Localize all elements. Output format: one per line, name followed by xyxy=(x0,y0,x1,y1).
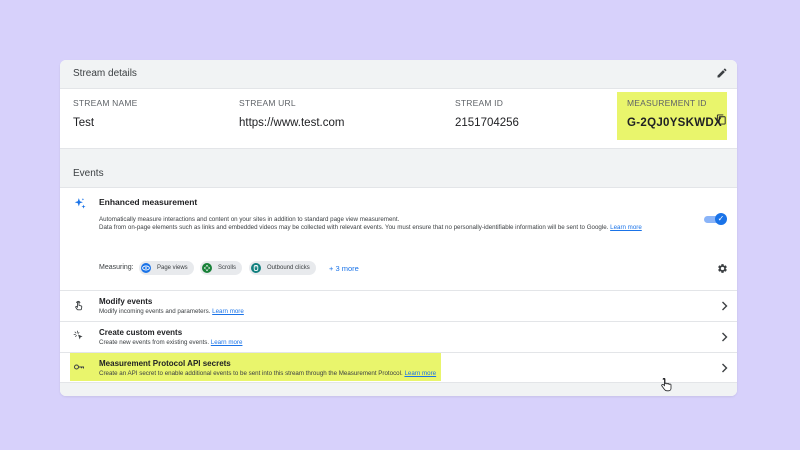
events-title: Events xyxy=(73,168,104,179)
measurement-id-label: MEASUREMENT ID xyxy=(627,98,707,108)
modify-events-row[interactable]: Modify events Modify incoming events and… xyxy=(60,290,737,321)
measurement-protocol-row[interactable]: Measurement Protocol API secrets Create … xyxy=(60,352,737,383)
measuring-label: Measuring: xyxy=(99,264,134,271)
measurement-protocol-learn-more-link[interactable]: Learn more xyxy=(404,370,436,377)
outbound-click-icon xyxy=(251,263,261,273)
enhanced-measurement-toggle[interactable]: ✓ xyxy=(704,213,727,225)
measurement-id-field: MEASUREMENT ID G-2QJ0YSKWDX xyxy=(627,98,722,129)
gear-icon[interactable] xyxy=(717,263,728,274)
measurement-id-value[interactable]: G-2QJ0YSKWDX xyxy=(627,117,722,129)
measurement-protocol-subtitle: Create an API secret to enable additiona… xyxy=(99,370,436,377)
hand-cursor-icon xyxy=(661,378,672,392)
modify-events-subtitle-text: Modify incoming events and parameters. xyxy=(99,308,211,315)
stream-url-value: https://www.test.com xyxy=(239,117,345,129)
chip-scrolls: Scrolls xyxy=(200,261,243,275)
enhanced-description-line1: Automatically measure interactions and c… xyxy=(99,216,400,223)
scroll-icon xyxy=(202,263,212,273)
chip-outbound-clicks: Outbound clicks xyxy=(249,261,316,275)
copy-icon[interactable] xyxy=(716,114,727,125)
chip-scrolls-label: Scrolls xyxy=(218,265,237,271)
enhanced-learn-more-link[interactable]: Learn more xyxy=(610,224,642,231)
stream-name-label: STREAM NAME xyxy=(73,98,138,108)
chevron-right-icon xyxy=(722,301,728,311)
chip-outbound-clicks-label: Outbound clicks xyxy=(267,265,310,271)
measurement-protocol-title: Measurement Protocol API secrets xyxy=(99,359,231,368)
enhanced-description-line2: Data from on-page elements such as links… xyxy=(99,224,609,232)
create-custom-events-learn-more-link[interactable]: Learn more xyxy=(211,339,243,346)
events-header: Events xyxy=(60,148,737,188)
enhanced-measurement-description: Automatically measure interactions and c… xyxy=(99,216,691,233)
chip-page-views-label: Page views xyxy=(157,265,188,271)
create-custom-events-title: Create custom events xyxy=(99,328,183,337)
stream-url-field: STREAM URL https://www.test.com xyxy=(239,98,344,129)
chevron-right-icon xyxy=(722,332,728,342)
touch-icon xyxy=(75,300,83,311)
stream-id-field: STREAM ID 2151704256 xyxy=(455,98,519,129)
create-custom-events-subtitle-text: Create new events from existing events. xyxy=(99,339,210,346)
enhanced-measurement-title: Enhanced measurement xyxy=(99,197,198,207)
create-custom-events-subtitle: Create new events from existing events. … xyxy=(99,339,242,346)
stream-details-title: Stream details xyxy=(73,68,137,79)
chip-page-views: Page views xyxy=(139,261,194,275)
modify-events-subtitle: Modify incoming events and parameters. L… xyxy=(99,308,244,315)
stream-id-value: 2151704256 xyxy=(455,117,519,129)
custom-event-icon xyxy=(73,330,83,340)
modify-events-title: Modify events xyxy=(99,297,153,306)
eye-icon xyxy=(141,263,151,273)
stream-id-label: STREAM ID xyxy=(455,98,504,108)
chevron-right-icon xyxy=(722,363,728,373)
stream-name-field: STREAM NAME Test xyxy=(73,98,138,129)
modify-events-learn-more-link[interactable]: Learn more xyxy=(212,308,244,315)
more-measurements-link[interactable]: + 3 more xyxy=(329,264,359,273)
edit-pencil-icon[interactable] xyxy=(716,67,728,79)
bottom-strip xyxy=(60,382,737,396)
stream-details-card: Stream details STREAM NAME Test STREAM U… xyxy=(60,60,737,396)
measurement-protocol-subtitle-text: Create an API secret to enable additiona… xyxy=(99,370,403,377)
stream-details-header: Stream details xyxy=(60,60,737,89)
key-icon xyxy=(74,364,84,370)
check-icon: ✓ xyxy=(715,213,727,225)
stream-url-label: STREAM URL xyxy=(239,98,296,108)
create-custom-events-row[interactable]: Create custom events Create new events f… xyxy=(60,321,737,352)
sparkle-icon xyxy=(74,198,86,209)
stream-name-value: Test xyxy=(73,117,95,129)
